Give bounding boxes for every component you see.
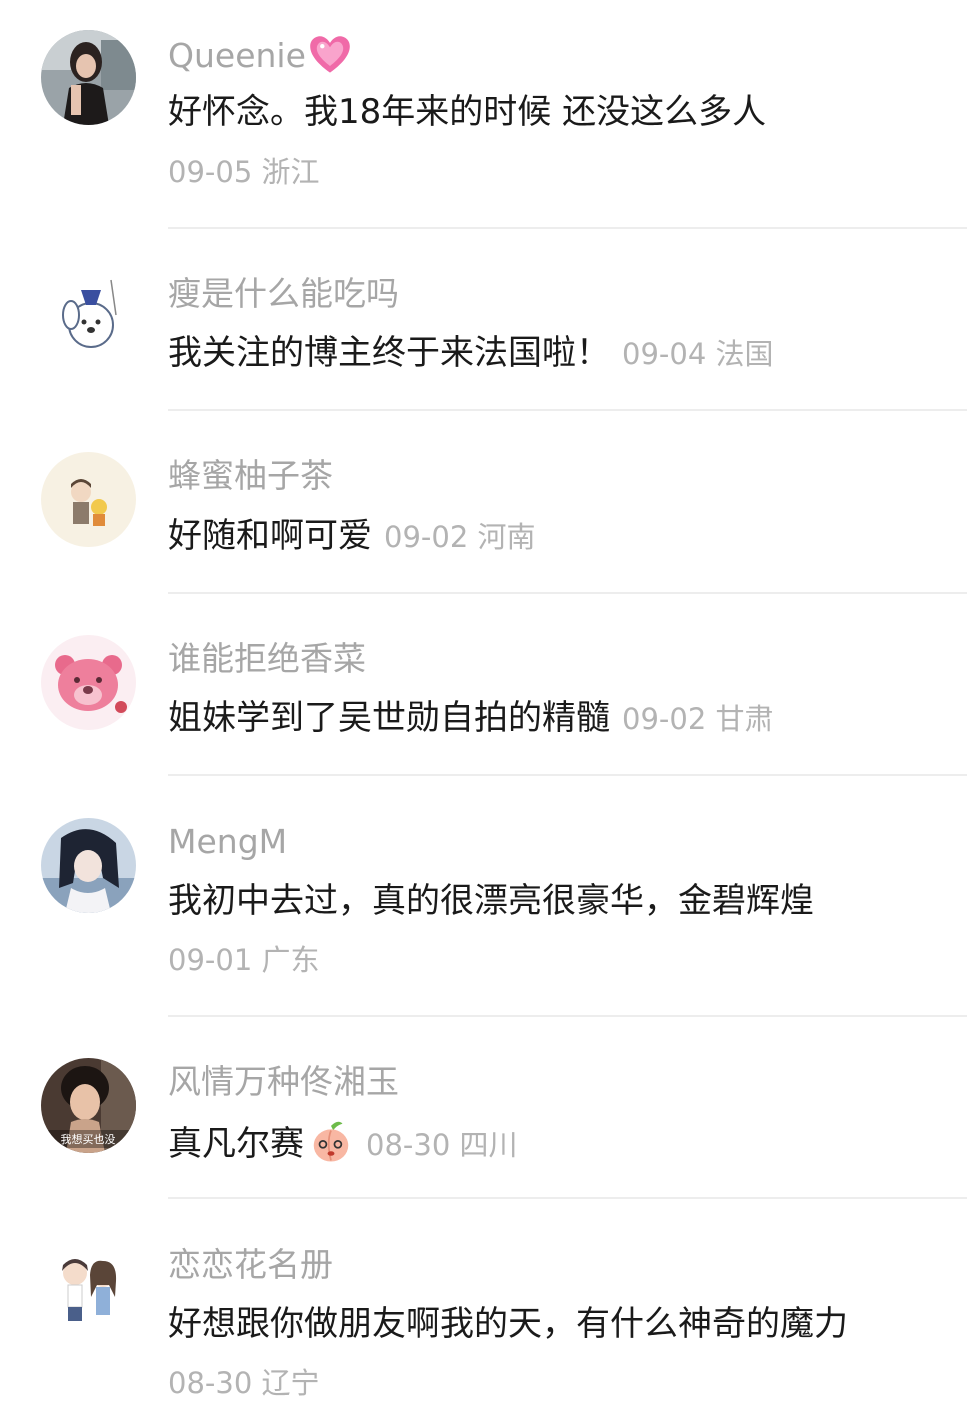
comment-location: 法国 [715, 337, 774, 371]
sparkling-heart-icon [310, 36, 350, 73]
divider [168, 1015, 967, 1017]
cartoon-dog-avatar-icon [41, 270, 136, 365]
user-avatar[interactable] [41, 1241, 136, 1336]
user-avatar[interactable] [41, 30, 136, 125]
comment-text: 好怀念。我18年来的时候 还没这么多人 [168, 92, 767, 132]
comment-meta: 09-05 浙江 [168, 152, 320, 192]
comment-date: 09-04 [622, 337, 707, 371]
cartoon-boy-avatar-icon [41, 452, 136, 547]
user-avatar[interactable] [41, 818, 136, 913]
comment-location: 河南 [477, 520, 536, 554]
comment-date: 08-30 [168, 1366, 253, 1400]
comment-location: 辽宁 [261, 1366, 320, 1400]
user-avatar[interactable] [41, 270, 136, 365]
comment-text: 我初中去过，真的很漂亮很豪华，金碧辉煌 [168, 881, 814, 921]
comment-location: 四川 [459, 1128, 518, 1162]
comment-meta: 09-04 法国 [622, 337, 774, 371]
comment-text: 我关注的博主终于来法国啦！ 09-04 法国 [168, 333, 774, 373]
comment-location: 广东 [261, 943, 320, 977]
comment-text: 真凡尔赛 08-30 四川 [168, 1119, 518, 1167]
user-avatar[interactable] [41, 635, 136, 730]
comment-location: 浙江 [261, 155, 320, 189]
comment-date: 09-02 [384, 520, 469, 554]
username[interactable]: 谁能拒绝香菜 [168, 639, 366, 679]
cartoon-couple-avatar-icon [41, 1241, 136, 1336]
divider [168, 774, 967, 776]
comment-meta: 08-30 四川 [366, 1128, 518, 1162]
comment-location: 甘肃 [715, 702, 774, 736]
comment-text: 姐妹学到了吴世勋自拍的精髓 09-02 甘肃 [168, 698, 774, 738]
comment-date: 09-01 [168, 943, 253, 977]
comment-meta: 09-01 广东 [168, 940, 320, 980]
comment-meta: 09-02 甘肃 [622, 702, 774, 736]
username[interactable]: 瘦是什么能吃吗 [168, 274, 399, 314]
divider [168, 1197, 967, 1199]
username[interactable]: MengM [168, 822, 287, 862]
actress-meme-avatar-icon: 我想买也没 [41, 1058, 136, 1153]
user-avatar[interactable]: 我想买也没 [41, 1058, 136, 1153]
divider [168, 592, 967, 594]
anime-girl-avatar-icon [41, 818, 136, 913]
comment-text: 好随和啊可爱 09-02 河南 [168, 516, 536, 556]
comment-text: 好想跟你做朋友啊我的天，有什么神奇的魔力 [168, 1304, 848, 1344]
divider [168, 409, 967, 411]
peach-face-icon [313, 1121, 349, 1162]
username[interactable]: 蜂蜜柚子茶 [168, 456, 333, 496]
avatar-caption: 我想买也没 [61, 1132, 116, 1146]
comment-meta: 09-02 河南 [384, 520, 536, 554]
comment-date: 09-02 [622, 702, 707, 736]
woman-photo-avatar-icon [41, 30, 136, 125]
comment-date: 08-30 [366, 1128, 451, 1162]
comment-date: 09-05 [168, 155, 253, 189]
username[interactable]: Queenie [168, 33, 352, 77]
pink-bear-avatar-icon [41, 635, 136, 730]
comment-meta: 08-30 辽宁 [168, 1363, 320, 1403]
username[interactable]: 风情万种佟湘玉 [168, 1062, 399, 1102]
username[interactable]: 恋恋花名册 [168, 1245, 333, 1285]
divider [168, 227, 967, 229]
user-avatar[interactable] [41, 452, 136, 547]
